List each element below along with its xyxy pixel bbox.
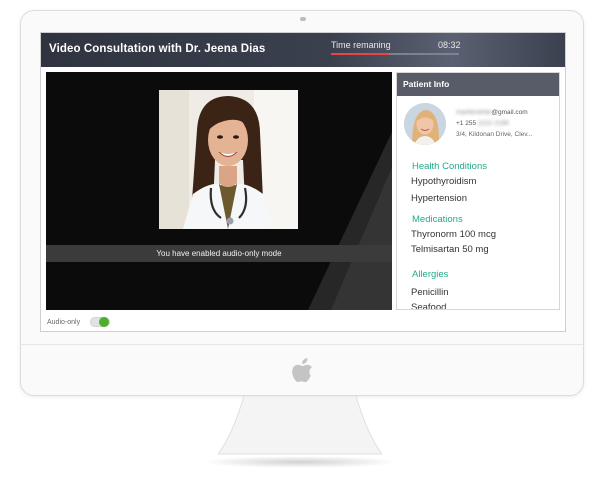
medication-item: Telmisartan 50 mg xyxy=(411,244,489,255)
time-progress-bar xyxy=(331,53,459,55)
section-title-health-conditions: Health Conditions xyxy=(412,161,487,172)
doctor-video-feed xyxy=(159,90,298,229)
monitor-frame: Video Consultation with Dr. Jeena Dias T… xyxy=(20,10,584,396)
patient-phone: +1 255 2222 2199 xyxy=(456,120,509,127)
audio-only-label: Audio-only xyxy=(47,318,81,326)
condition-item: Hypothyroidism xyxy=(411,176,477,187)
stand-shadow xyxy=(200,456,400,468)
doctor-portrait xyxy=(159,90,298,229)
section-title-allergies: Allergies xyxy=(412,269,449,280)
avatar xyxy=(404,103,446,145)
audio-only-banner: You have enabled audio-only mode xyxy=(46,245,392,262)
time-remaining-value: 08:32 xyxy=(438,40,461,50)
phone-redacted: 2222 2199 xyxy=(477,120,509,127)
condition-item: Hypertension xyxy=(411,193,467,204)
allergy-item: Seafood xyxy=(411,302,447,310)
patient-address: 3/4, Kildonan Drive, Clev... xyxy=(456,131,533,138)
patient-email: mariterwhite@gmail.com xyxy=(456,109,528,116)
email-redacted: mariterwhite xyxy=(456,109,492,116)
audio-only-toggle-row: Audio-only xyxy=(47,315,111,329)
toggle-knob xyxy=(99,317,110,327)
time-progress-fill xyxy=(331,53,389,55)
audio-only-toggle[interactable] xyxy=(90,317,111,327)
allergy-item: Penicillin xyxy=(411,287,449,298)
phone-prefix: +1 255 xyxy=(456,120,477,127)
monitor-chin-divider xyxy=(21,344,583,345)
app-header: Video Consultation with Dr. Jeena Dias T… xyxy=(41,33,565,67)
time-remaining-label: Time remaning xyxy=(331,40,391,50)
app-screen: Video Consultation with Dr. Jeena Dias T… xyxy=(40,32,566,332)
email-domain: @gmail.com xyxy=(491,109,528,116)
patient-info-panel: Patient Info mariterwhite@gmail.com +1 2… xyxy=(396,72,560,310)
monitor-stand xyxy=(218,396,382,455)
video-area[interactable]: You have enabled audio-only mode xyxy=(46,72,392,310)
section-title-medications: Medications xyxy=(412,214,463,225)
patient-summary: mariterwhite@gmail.com +1 255 2222 2199 … xyxy=(397,96,559,148)
apple-logo-icon xyxy=(292,358,312,383)
camera-dot xyxy=(300,17,306,21)
medication-item: Thyronorm 100 mcg xyxy=(411,229,497,240)
patient-avatar-image xyxy=(404,103,446,145)
page-title: Video Consultation with Dr. Jeena Dias xyxy=(49,43,266,55)
panel-title: Patient Info xyxy=(397,73,559,96)
